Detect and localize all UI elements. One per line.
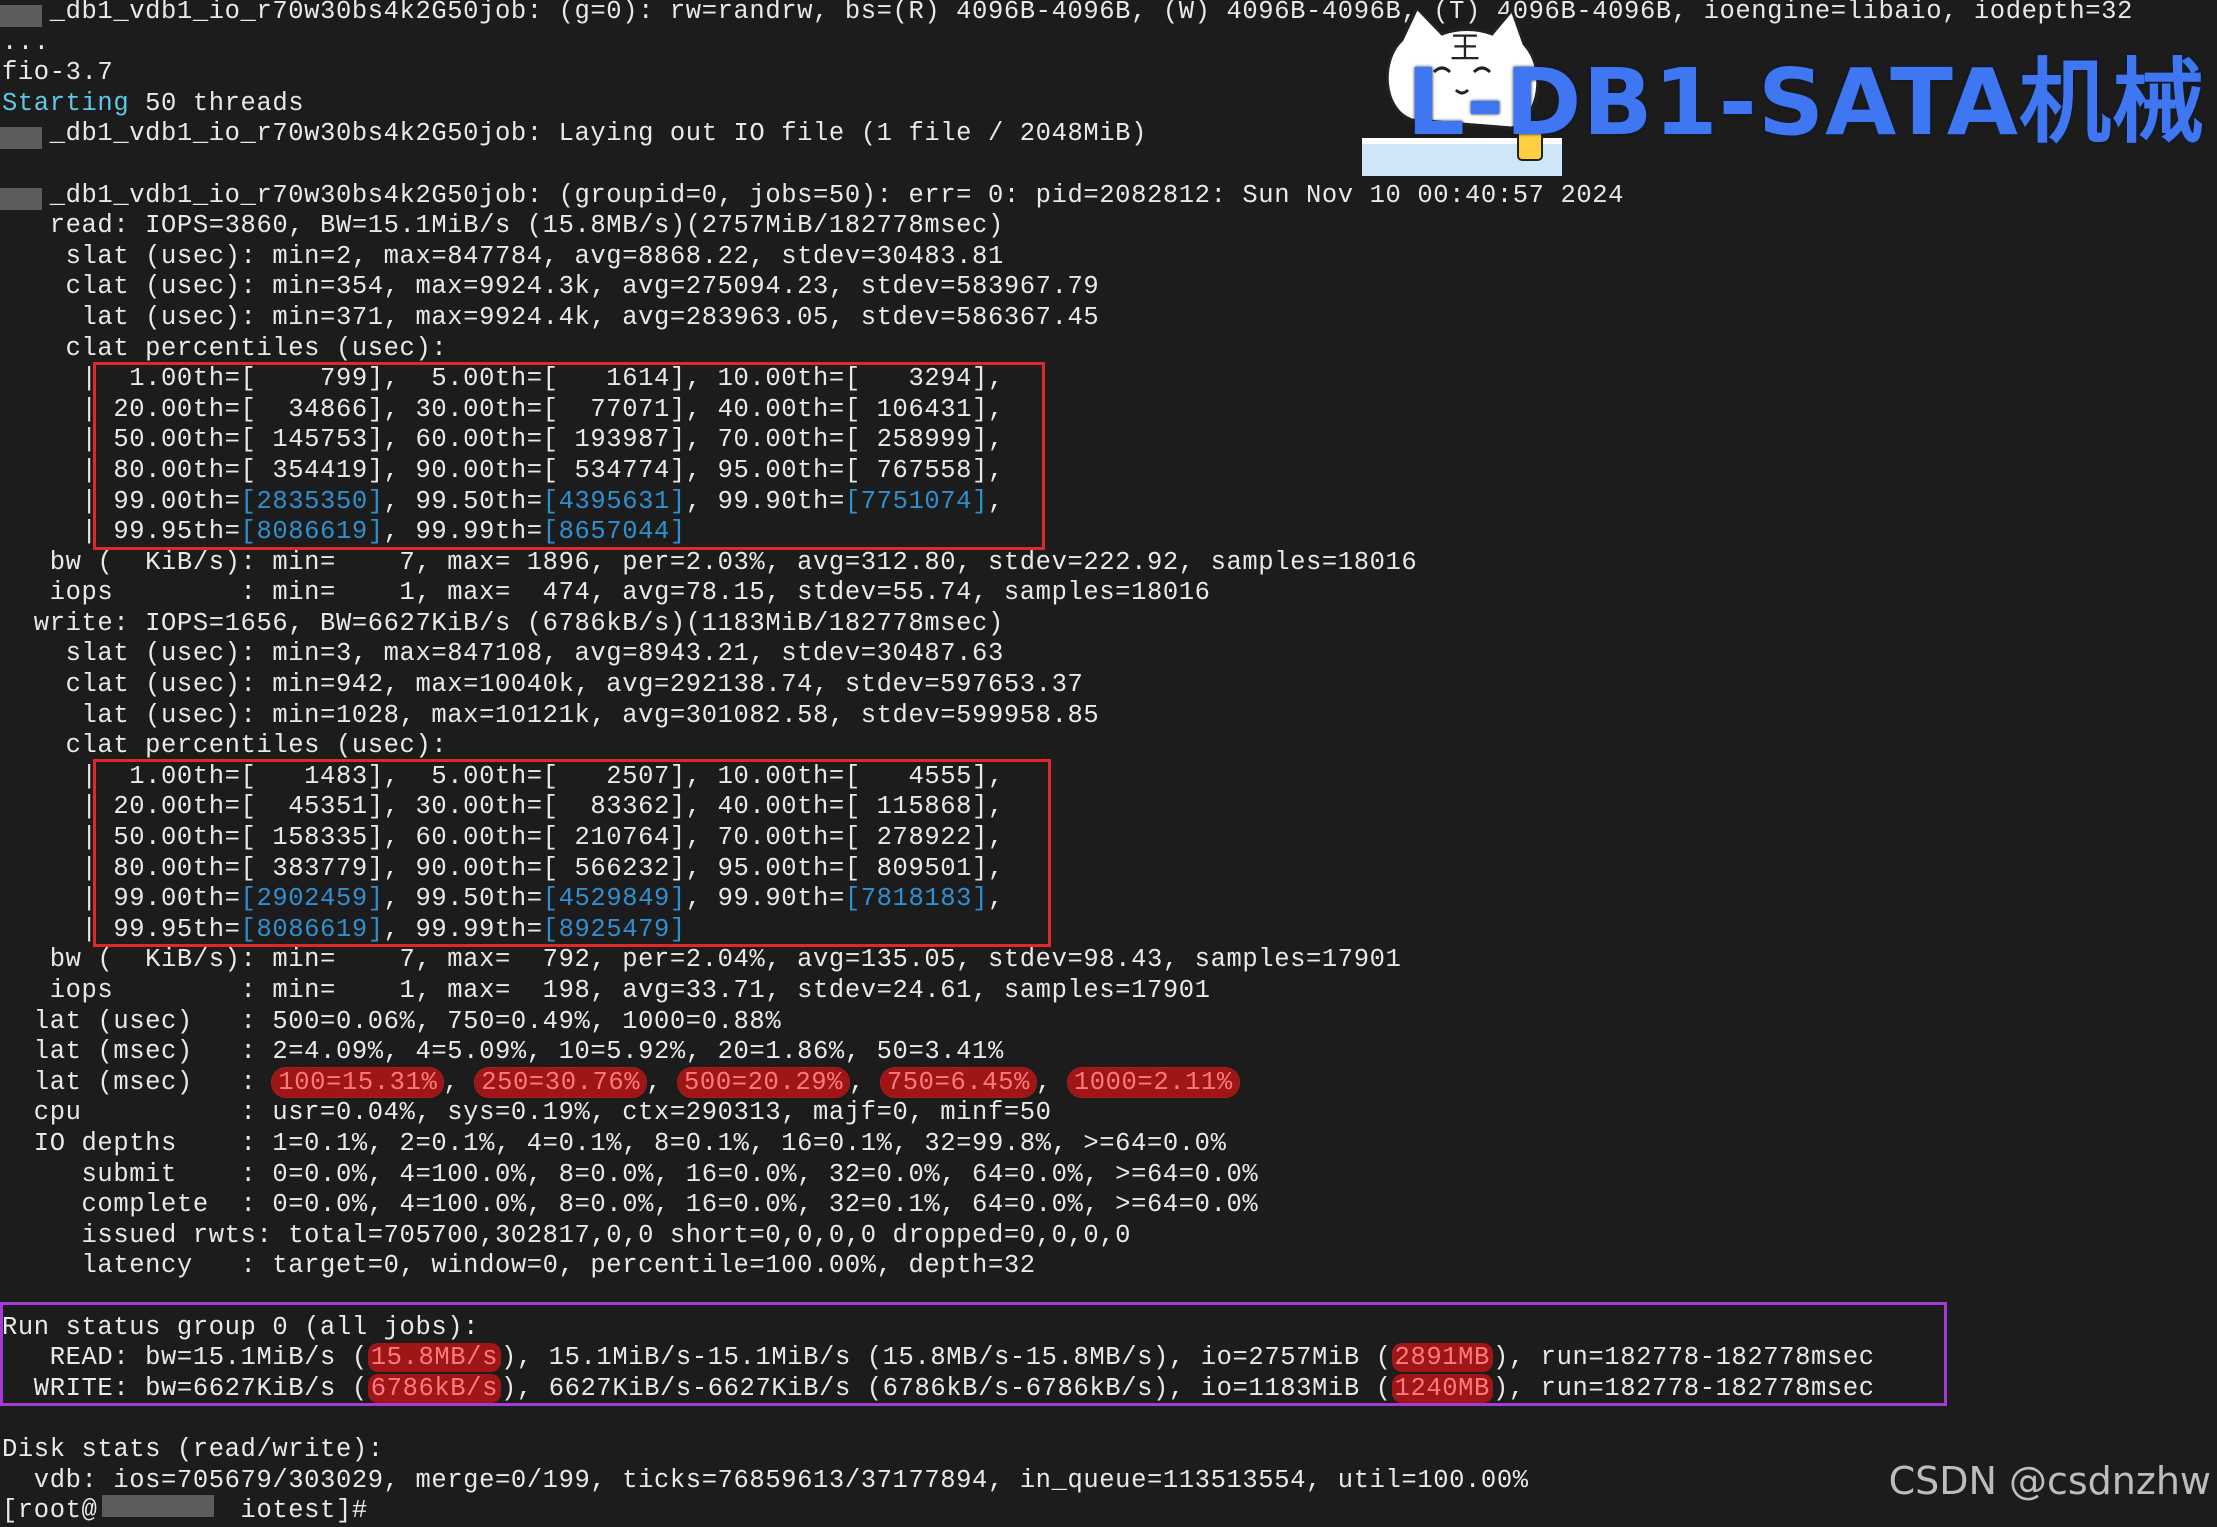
latency-highlight: 250=30.76% [475,1067,647,1097]
terminal-line: slat (usec): min=2, max=847784, avg=8868… [2,241,1004,271]
overlay-title: L-DB1-SATA机械 [1406,49,2205,156]
redaction-mask [0,127,42,149]
latency-highlight: 750=6.45% [880,1067,1036,1097]
terminal-line: clat percentiles (usec): [2,731,448,761]
watermark-text: CSDN @csdnzhw [1888,1459,2211,1503]
terminal-line: ... [2,27,50,57]
terminal-line: iops : min= 1, max= 198, avg=33.71, stde… [2,976,1211,1005]
terminal-line: Disk stats (read/write): [2,1434,384,1464]
read-percentiles-box [93,362,1045,550]
terminal-line: submit : 0=0.0%, 4=100.0%, 8=0.0%, 16=0.… [2,1159,1259,1189]
terminal-line: lat (usec): min=1028, max=10121k, avg=30… [2,700,1100,730]
terminal-line: lat (usec): min=371, max=9924.4k, avg=28… [2,302,1100,332]
terminal-line: clat (usec): min=942, max=10040k, avg=29… [2,670,1084,700]
terminal-line: _db1_vdb1_io_r70w30bs4k2G50job: (g=0): r… [2,0,2133,26]
terminal-line: _db1_vdb1_io_r70w30bs4k2G50job: (groupid… [2,180,1625,210]
latency-highlight: 500=20.29% [678,1067,850,1097]
terminal-line: latency : target=0, window=0, percentile… [2,1251,1036,1281]
terminal-line: cpu : usr=0.04%, sys=0.19%, ctx=290313, … [2,1098,1052,1128]
run-status-box [0,1302,1947,1406]
terminal-line: lat (msec) : 100=15.31%, 250=30.76%, 500… [2,1067,1239,1097]
terminal-line: vdb: ios=705679/303029, merge=0/199, tic… [2,1465,1529,1495]
write-percentiles-box [93,759,1051,947]
terminal-line: lat (msec) : 2=4.09%, 4=5.09%, 10=5.92%,… [2,1037,1004,1067]
terminal-line: clat (usec): min=354, max=9924.3k, avg=2… [2,272,1100,302]
terminal-line: slat (usec): min=3, max=847108, avg=8943… [2,639,1004,669]
terminal-line: lat (usec) : 500=0.06%, 750=0.49%, 1000=… [2,1006,782,1036]
redaction-mask [0,188,42,210]
terminal-line: bw ( KiB/s): min= 7, max= 1896, per=2.03… [2,547,1418,577]
terminal-line: read: IOPS=3860, BW=15.1MiB/s (15.8MB/s)… [2,211,1004,241]
terminal-line: iops : min= 1, max= 474, avg=78.15, stde… [2,578,1211,608]
terminal-line: IO depths : 1=0.1%, 2=0.1%, 4=0.1%, 8=0.… [2,1128,1227,1158]
terminal-line: _db1_vdb1_io_r70w30bs4k2G50job: Laying o… [2,119,1147,149]
terminal-line: complete : 0=0.0%, 4=100.0%, 8=0.0%, 16=… [2,1190,1259,1220]
terminal-line: fio-3.7 [2,58,114,88]
terminal-line: bw ( KiB/s): min= 7, max= 792, per=2.04%… [2,945,1402,975]
terminal-line: Starting 50 threads [2,88,305,118]
status-keyword: Starting [2,88,130,118]
latency-highlight: 1000=2.11% [1067,1067,1239,1097]
latency-highlight: 100=15.31% [272,1067,444,1097]
terminal-line: issued rwts: total=705700,302817,0,0 sho… [2,1220,1132,1250]
redaction-mask [0,5,42,27]
terminal-line: write: IOPS=1656, BW=6627KiB/s (6786kB/s… [2,608,1004,638]
terminal-line: clat percentiles (usec): [2,333,448,363]
redaction-mask [102,1495,214,1517]
